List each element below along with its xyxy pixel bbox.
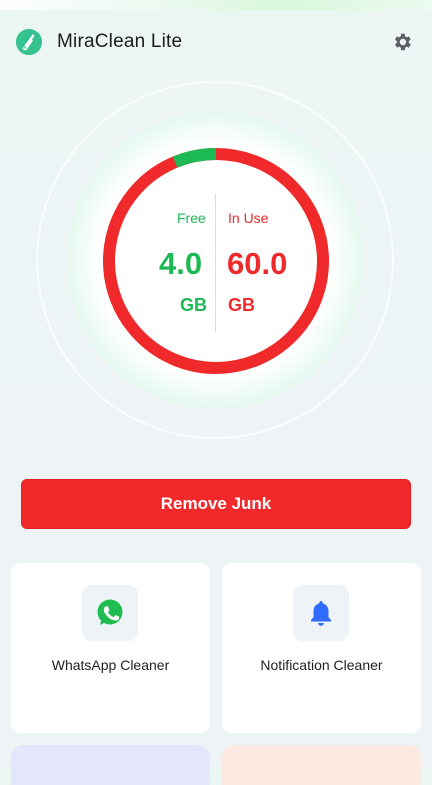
storage-gauge-area	[0, 70, 432, 454]
partial-card-left[interactable]	[11, 745, 210, 785]
free-label: Free	[177, 210, 206, 226]
bell-icon-bg	[293, 585, 349, 641]
app-bar: MiraClean Lite	[0, 22, 432, 62]
gauge-divider	[215, 194, 216, 332]
inuse-label: In Use	[228, 210, 269, 226]
whatsapp-cleaner-card[interactable]: WhatsApp Cleaner	[11, 563, 210, 733]
partial-card-right[interactable]	[222, 745, 421, 785]
notification-cleaner-card[interactable]: Notification Cleaner	[222, 563, 421, 733]
free-value: 4.0	[159, 246, 203, 281]
remove-junk-button[interactable]: Remove Junk	[21, 479, 411, 529]
whatsapp-cleaner-label: WhatsApp Cleaner	[51, 657, 170, 673]
whatsapp-icon-bg	[82, 585, 138, 641]
top-glow	[0, 0, 432, 10]
notification-cleaner-label: Notification Cleaner	[260, 657, 383, 673]
bell-icon	[311, 601, 331, 626]
storage-gauge	[103, 148, 329, 374]
free-unit: GB	[180, 295, 207, 315]
gear-icon[interactable]	[391, 31, 413, 53]
app-title: MiraClean Lite	[57, 31, 183, 52]
whatsapp-icon	[97, 599, 123, 625]
broom-icon	[16, 29, 42, 55]
inuse-unit: GB	[228, 295, 255, 315]
inuse-value: 60.0	[227, 246, 288, 281]
